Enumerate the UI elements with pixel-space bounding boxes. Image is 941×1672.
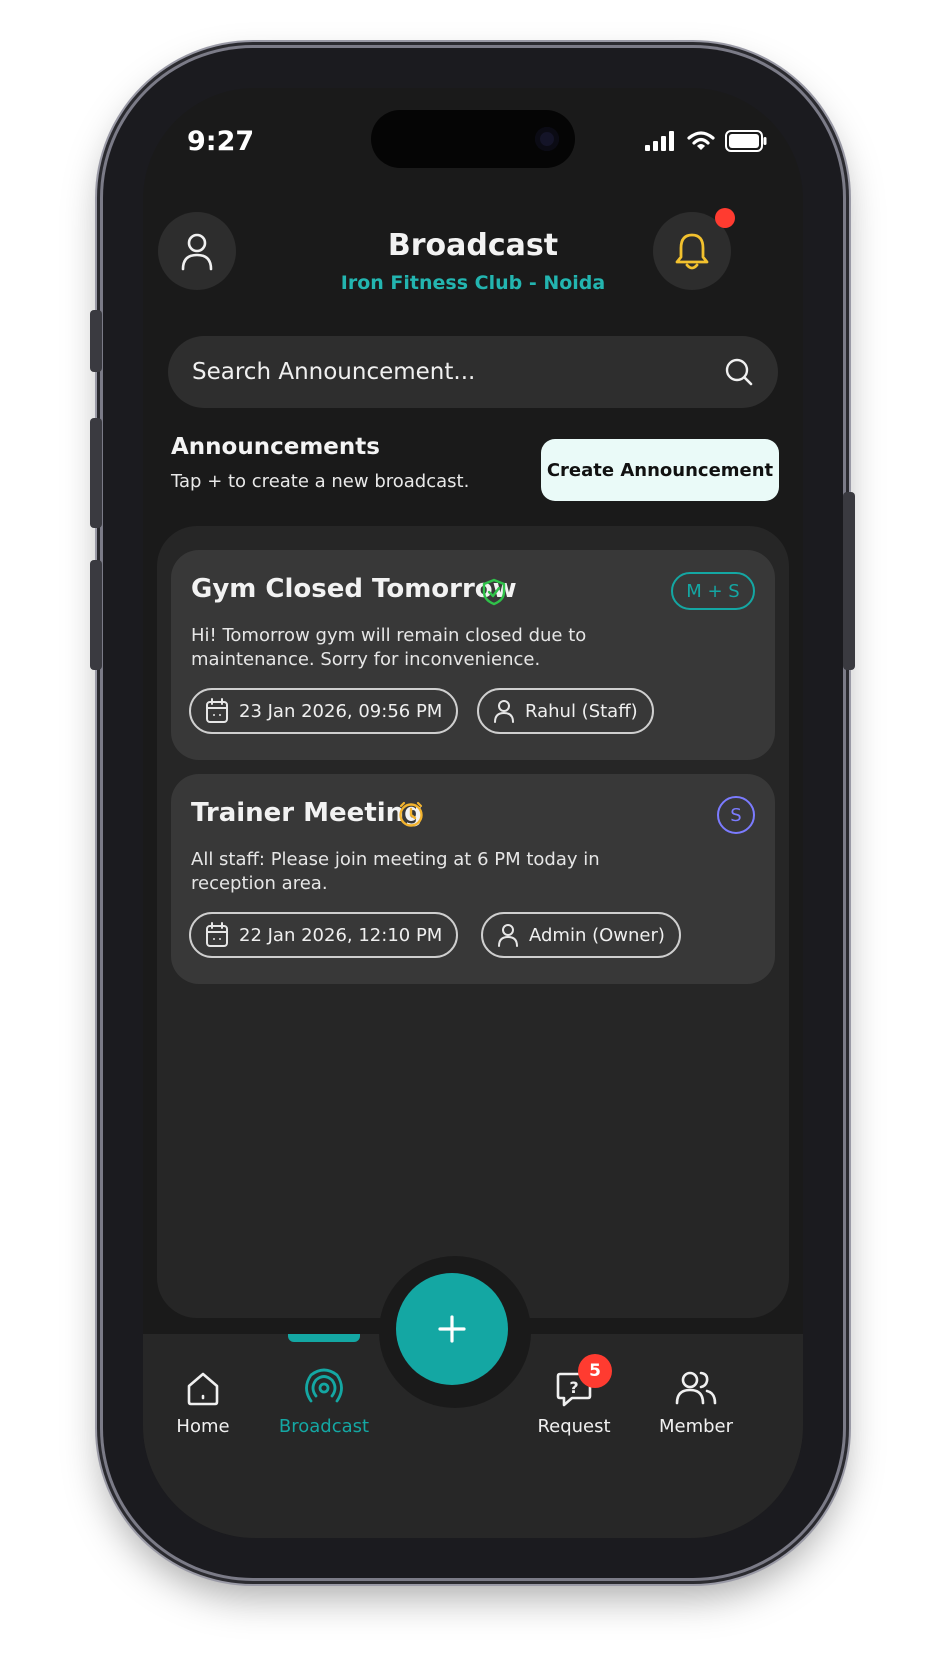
- tab-broadcast-label: Broadcast: [278, 1416, 370, 1437]
- announcements-panel: Gym Closed Tomorrow M + S Hi! Tomorrow g…: [157, 526, 789, 1318]
- tab-request-label: Request: [537, 1416, 611, 1437]
- announcement-author: Admin (Owner): [529, 924, 665, 946]
- clock-icon: [399, 801, 423, 827]
- tab-home-label: Home: [176, 1416, 230, 1437]
- home-icon: [187, 1372, 219, 1406]
- section-title: Announcements: [171, 434, 380, 460]
- add-announcement-button[interactable]: [396, 1273, 508, 1385]
- announcement-card[interactable]: Trainer Meeting S All staff: Please join…: [171, 774, 775, 984]
- notifications-button[interactable]: [653, 208, 735, 290]
- status-time: 9:27: [187, 126, 255, 157]
- date-chip: 22 Jan 2026, 12:10 PM: [189, 912, 459, 958]
- notification-dot: [715, 208, 735, 228]
- calendar-icon: [206, 922, 228, 947]
- section-subtitle: Tap + to create a new broadcast.: [171, 471, 470, 492]
- camera-icon: [535, 127, 559, 151]
- active-tab-indicator: [288, 1334, 360, 1342]
- announcement-title: Trainer Meeting: [191, 798, 423, 828]
- author-chip: Rahul (Staff): [477, 688, 654, 734]
- announcement-body: All staff: Please join meeting at 6 PM t…: [191, 849, 600, 894]
- calendar-icon: [206, 698, 228, 723]
- members-icon: [675, 1371, 717, 1405]
- audience-tag: S: [717, 796, 755, 834]
- announcement-date: 22 Jan 2026, 12:10 PM: [239, 924, 443, 946]
- tab-request[interactable]: ? Request 5: [514, 1354, 634, 1437]
- shield-check-icon: [482, 578, 506, 606]
- status-icons: [645, 130, 767, 152]
- create-announcement-button[interactable]: Create Announcement: [541, 439, 779, 501]
- action-button: [90, 310, 102, 372]
- wifi-icon: [687, 131, 715, 150]
- tab-home[interactable]: Home: [143, 1368, 263, 1437]
- request-count-badge: 5: [578, 1354, 612, 1388]
- tab-broadcast[interactable]: Broadcast: [264, 1368, 384, 1437]
- search-input[interactable]: Search Announcement...: [192, 359, 724, 385]
- dynamic-island: [371, 110, 575, 168]
- audience-tag: M + S: [671, 572, 755, 610]
- plus-icon: [438, 1315, 466, 1343]
- user-icon: [498, 924, 518, 947]
- volume-up-button: [90, 418, 102, 528]
- cellular-signal-icon: [645, 131, 674, 151]
- battery-icon: [725, 130, 767, 152]
- author-chip: Admin (Owner): [481, 912, 681, 958]
- svg-text:?: ?: [569, 1378, 578, 1397]
- power-button: [843, 492, 855, 670]
- volume-down-button: [90, 560, 102, 670]
- date-chip: 23 Jan 2026, 09:56 PM: [189, 688, 459, 734]
- tab-member[interactable]: Member: [636, 1368, 756, 1437]
- user-icon: [494, 700, 514, 723]
- tab-member-label: Member: [658, 1416, 734, 1437]
- bell-icon: [675, 233, 709, 270]
- search-bar[interactable]: Search Announcement...: [168, 336, 778, 408]
- search-icon: [725, 358, 753, 386]
- broadcast-icon: [305, 1368, 343, 1403]
- app-header: Broadcast Iron Fitness Club - Noida: [143, 208, 803, 302]
- announcement-title: Gym Closed Tomorrow: [191, 574, 517, 604]
- app-screen: 9:27 Broadcast Iron Fitness Club - Noida: [143, 88, 803, 1538]
- announcement-author: Rahul (Staff): [525, 700, 638, 722]
- announcement-card[interactable]: Gym Closed Tomorrow M + S Hi! Tomorrow g…: [171, 550, 775, 760]
- announcement-date: 23 Jan 2026, 09:56 PM: [239, 700, 443, 722]
- announcement-body: Hi! Tomorrow gym will remain closed due …: [191, 625, 587, 670]
